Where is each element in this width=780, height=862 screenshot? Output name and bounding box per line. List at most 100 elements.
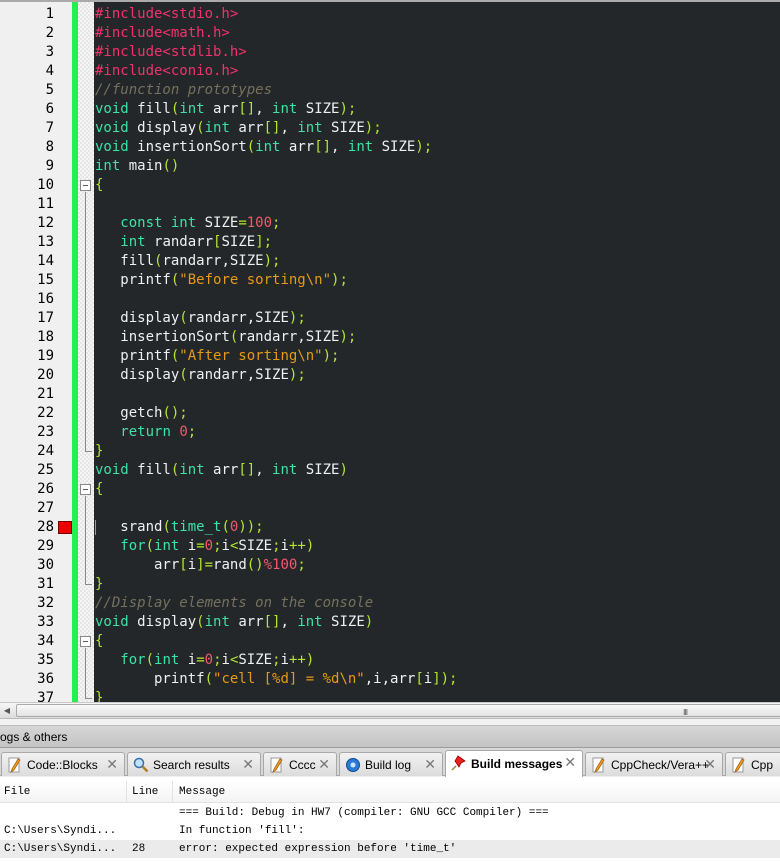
tab-build-log[interactable]: Build log ✕ [339,752,443,776]
code-line[interactable]: 2 #include<math.h> [0,24,780,43]
code-text[interactable]: void fill(int arr[], int SIZE) [95,461,348,480]
code-line[interactable]: 18 insertionSort(randarr,SIZE); [0,328,780,347]
code-text[interactable]: display(randarr,SIZE); [95,309,305,328]
scroll-left-arrow-icon[interactable]: ◀ [0,703,14,718]
code-line[interactable]: 35 for(int i=0;i<SIZE;i++) [0,651,780,670]
code-text[interactable]: } [95,442,103,461]
code-text[interactable]: arr[i]=rand()%100; [95,556,306,575]
close-tab-icon[interactable]: ✕ [242,756,254,773]
code-line[interactable]: 27 [0,499,780,518]
close-tab-icon[interactable]: ✕ [106,756,118,773]
code-text[interactable]: int main() [95,157,179,176]
code-line[interactable]: 12 const int SIZE=100; [0,214,780,233]
tab-cpp[interactable]: Cpp [725,752,780,776]
close-tab-icon[interactable]: ✕ [318,756,330,773]
code-line[interactable]: 7 void display(int arr[], int SIZE); [0,119,780,138]
code-line[interactable]: 22 getch(); [0,404,780,423]
code-line[interactable]: 20 display(randarr,SIZE); [0,366,780,385]
code-text[interactable]: const int SIZE=100; [95,214,280,233]
fold-toggle-icon[interactable] [80,180,91,191]
message-row[interactable]: C:\Users\Syndi... 28 error: expected expre… [0,840,780,858]
code-line[interactable]: 8 void insertionSort(int arr[], int SIZE)… [0,138,780,157]
code-line[interactable]: 10 { [0,176,780,195]
code-line[interactable]: 26 { [0,480,780,499]
message-row[interactable]: === Build: Debug in HW7 (compiler: GNU G… [0,804,780,822]
column-divider[interactable] [172,781,173,803]
tab-cppcheck-vera[interactable]: CppCheck/Vera++ ✕ [585,752,723,776]
code-line[interactable]: 13 int randarr[SIZE]; [0,233,780,252]
close-tab-icon[interactable]: ✕ [564,754,576,771]
code-text[interactable]: int randarr[SIZE]; [95,233,272,252]
code-text[interactable]: printf("After sorting\n"); [95,347,339,366]
column-header-message[interactable]: Message [179,786,225,798]
close-tab-icon[interactable]: ✕ [424,756,436,773]
fold-toggle-icon[interactable] [80,484,91,495]
code-text[interactable]: for(int i=0;i<SIZE;i++) [95,537,314,556]
code-text[interactable]: { [95,632,103,651]
code-line[interactable]: 19 printf("After sorting\n"); [0,347,780,366]
panel-splitter[interactable] [0,718,780,726]
code-text[interactable]: void insertionSort(int arr[], int SIZE); [95,138,432,157]
code-line[interactable]: 32 //Display elements on the console [0,594,780,613]
tab-cccc[interactable]: Cccc ✕ [263,752,337,776]
code-line[interactable]: 1 #include<stdio.h> [0,5,780,24]
code-line[interactable]: 11 [0,195,780,214]
code-line[interactable]: 5 //function prototypes [0,81,780,100]
code-text[interactable]: insertionSort(randarr,SIZE); [95,328,356,347]
code-text[interactable]: { [95,176,103,195]
code-line[interactable]: 4 #include<conio.h> [0,62,780,81]
code-text[interactable]: srand(time_t(0)); [95,518,263,537]
horizontal-scrollbar[interactable]: ◀ III [0,702,780,718]
code-line[interactable]: 33 void display(int arr[], int SIZE) [0,613,780,632]
code-line[interactable]: 31} [0,575,780,594]
code-line[interactable]: 15 printf("Before sorting\n"); [0,271,780,290]
code-line[interactable]: 24} [0,442,780,461]
tab-code-blocks[interactable]: Code::Blocks ✕ [1,752,125,776]
code-text[interactable]: printf("Before sorting\n"); [95,271,348,290]
code-text[interactable]: void display(int arr[], int SIZE) [95,613,373,632]
close-tab-icon[interactable]: ✕ [704,756,716,773]
tab-build-messages[interactable]: Build messages ✕ [445,750,583,777]
scrollbar-thumb[interactable]: III [16,704,780,717]
code-editor[interactable]: 1 #include<stdio.h> 2 #include<math.h> 3 #inc… [0,0,780,702]
code-line[interactable]: 3 #include<stdlib.h> [0,43,780,62]
code-text[interactable]: getch(); [95,404,187,423]
code-text[interactable]: #include<stdio.h> [95,5,238,24]
code-text[interactable]: #include<math.h> [95,24,230,43]
code-text[interactable]: void fill(int arr[], int SIZE); [95,100,356,119]
code-line[interactable]: 14 fill(randarr,SIZE); [0,252,780,271]
code-line[interactable]: 6 void fill(int arr[], int SIZE); [0,100,780,119]
message-row[interactable]: C:\Users\Syndi... In function 'fill': [0,822,780,840]
code-text[interactable]: printf("cell [%d] = %d\n",i,arr[i]); [95,670,457,689]
code-line[interactable]: 21 [0,385,780,404]
code-text[interactable]: } [95,689,103,702]
code-text[interactable]: #include<conio.h> [95,62,238,81]
code-line[interactable]: 36 printf("cell [%d] = %d\n",i,arr[i]); [0,670,780,689]
code-text[interactable]: void display(int arr[], int SIZE); [95,119,382,138]
code-text[interactable]: //Display elements on the console [95,594,373,613]
code-line[interactable]: 23 return 0; [0,423,780,442]
code-line[interactable]: 37} [0,689,780,702]
code-text[interactable]: #include<stdlib.h> [95,43,247,62]
code-line[interactable]: 34 { [0,632,780,651]
code-text[interactable]: fill(randarr,SIZE); [95,252,280,271]
tab-search-results[interactable]: Search results ✕ [127,752,261,776]
code-text[interactable]: //function prototypes [95,81,272,100]
code-text[interactable]: for(int i=0;i<SIZE;i++) [95,651,314,670]
code-line[interactable]: 17 display(randarr,SIZE); [0,309,780,328]
code-line[interactable]: 28 srand(time_t(0)); [0,518,780,537]
column-divider[interactable] [126,781,127,803]
column-header-line[interactable]: Line [132,786,158,798]
code-line[interactable]: 29 for(int i=0;i<SIZE;i++) [0,537,780,556]
column-header-file[interactable]: File [4,786,30,798]
code-line[interactable]: 25 void fill(int arr[], int SIZE) [0,461,780,480]
error-marker-icon[interactable] [58,521,72,534]
code-line[interactable]: 16 [0,290,780,309]
fold-toggle-icon[interactable] [80,636,91,647]
code-text[interactable]: display(randarr,SIZE); [95,366,305,385]
build-messages-list[interactable]: File Line Message === Build: Debug in HW… [0,777,780,862]
code-line[interactable]: 30 arr[i]=rand()%100; [0,556,780,575]
code-text[interactable]: { [95,480,103,499]
code-text[interactable]: } [95,575,103,594]
code-line[interactable]: 9 int main() [0,157,780,176]
